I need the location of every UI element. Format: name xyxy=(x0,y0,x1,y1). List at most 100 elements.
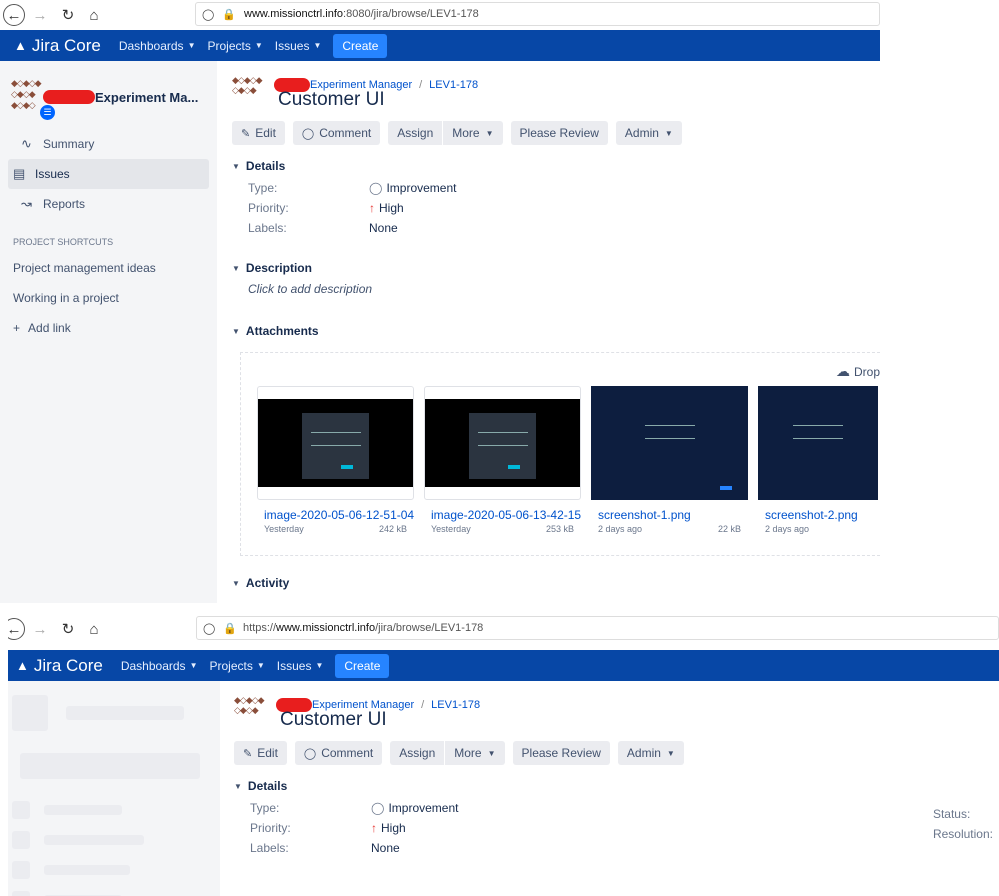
thumbnail-button xyxy=(720,486,732,490)
chevron-down-icon: ▼ xyxy=(256,661,265,670)
shortcut-link[interactable]: Working in a project xyxy=(0,285,217,311)
more-label: More xyxy=(454,746,482,760)
thumbnail-image xyxy=(591,386,748,500)
admin-button[interactable]: Admin ▼ xyxy=(615,121,682,145)
description-placeholder[interactable]: Click to add description xyxy=(232,282,882,296)
chevron-down-icon: ▼ xyxy=(485,128,494,138)
thumbnail-form xyxy=(310,432,361,447)
nav-issues[interactable]: Issues ▼ xyxy=(277,659,324,673)
attachment-card[interactable]: image-2020-05-06-13-42-15 Yesterday 253 k… xyxy=(424,386,581,534)
labels-label: Labels: xyxy=(248,221,287,235)
breadcrumb-issue-key[interactable]: LEV1-178 xyxy=(429,79,478,91)
attachment-thumbnail[interactable] xyxy=(591,386,748,500)
project-avatar: ◆◇◆◇◆ ◇◆◇◆ xyxy=(234,695,272,715)
jira-logo[interactable]: ▲ Jira Core xyxy=(16,656,103,676)
create-button[interactable]: Create xyxy=(333,33,388,58)
reload-icon[interactable]: ↻ xyxy=(57,4,79,26)
detail-type: Type: ◯ Improvement xyxy=(232,181,882,195)
nav-dashboards[interactable]: Dashboards ▼ xyxy=(119,39,196,53)
jira-logo-text: Jira Core xyxy=(31,35,101,55)
nav-issues[interactable]: Issues ▼ xyxy=(275,39,322,53)
project-avatar: ◆◇◆◇◆ ◇◆◇◆ xyxy=(232,75,270,95)
attachment-dropzone[interactable]: ☁ Drop image-2020-05-06-12-51-04 Yesterda… xyxy=(240,352,880,556)
attachment-thumbnail[interactable] xyxy=(758,386,878,500)
attachment-size: 242 kB xyxy=(378,524,407,534)
home-icon[interactable]: ⌂ xyxy=(83,4,105,26)
admin-button[interactable]: Admin ▼ xyxy=(617,741,684,765)
more-button[interactable]: More ▼ xyxy=(445,741,505,765)
add-link-button[interactable]: + Add link xyxy=(0,315,217,341)
thumbnail-button xyxy=(508,465,520,469)
nav-dashboards[interactable]: Dashboards ▼ xyxy=(121,659,198,673)
admin-label: Admin xyxy=(624,126,659,140)
attachments-toggle[interactable]: ▼ Attachments xyxy=(232,324,882,338)
thumbnail-content xyxy=(469,413,536,479)
attachment-thumbnail[interactable] xyxy=(257,386,414,500)
sidebar-loading-skeleton xyxy=(8,681,220,896)
pencil-icon: ✎ xyxy=(243,747,253,760)
details-heading: Details xyxy=(247,779,288,793)
please-review-button[interactable]: Please Review xyxy=(510,121,608,145)
attachment-name[interactable]: image-2020-05-06-13-42-15 xyxy=(424,508,581,522)
create-button[interactable]: Create xyxy=(335,653,390,678)
attachment-card[interactable]: screenshot-1.png 2 days ago 22 kB xyxy=(591,386,748,534)
breadcrumb-issue-key[interactable]: LEV1-178 xyxy=(431,699,480,711)
forward-icon[interactable]: → xyxy=(29,618,51,640)
pulse-icon: ∿ xyxy=(21,136,32,151)
description-toggle[interactable]: ▼ Description xyxy=(232,261,882,275)
assign-button[interactable]: Assign xyxy=(388,121,443,145)
thumbnail-form xyxy=(793,424,843,439)
lock-icon[interactable]: 🔒 xyxy=(223,622,237,635)
edit-button[interactable]: ✎ Edit xyxy=(234,741,287,765)
more-button[interactable]: More ▼ xyxy=(443,121,503,145)
lock-icon[interactable]: 🔒 xyxy=(222,8,236,21)
reload-icon[interactable]: ↻ xyxy=(57,618,79,640)
drop-files[interactable]: ☁ Drop xyxy=(836,363,880,380)
chevron-down-icon: ▼ xyxy=(234,781,242,791)
attachment-name[interactable]: screenshot-1.png xyxy=(591,508,748,522)
comment-label: Comment xyxy=(319,126,372,140)
details-toggle[interactable]: ▼ Details xyxy=(232,159,882,173)
shield-icon[interactable]: ◯ xyxy=(203,622,215,635)
add-link-label: Add link xyxy=(28,321,71,335)
attachment-card[interactable]: image-2020-05-06-12-51-04 Yesterday 242 k… xyxy=(257,386,414,534)
description-heading: Description xyxy=(245,261,312,275)
back-icon[interactable]: ← xyxy=(8,618,25,640)
comment-button[interactable]: ◯ Comment xyxy=(294,741,383,765)
status-label: Status: xyxy=(932,807,971,821)
nav-label: Projects xyxy=(207,38,251,53)
nav-projects[interactable]: Projects ▼ xyxy=(207,39,262,53)
attachment-card[interactable]: screenshot-2.png 2 days ago xyxy=(758,386,878,534)
issue-title[interactable]: Customer UI xyxy=(280,709,387,731)
sidebar-item-reports[interactable]: ↝ Reports xyxy=(8,189,209,219)
address-bar[interactable]: ◯ 🔒 https://www.missionctrl.info/jira/br… xyxy=(196,616,999,640)
labels-value[interactable]: None xyxy=(371,841,400,855)
priority-value-text: High xyxy=(381,821,406,835)
details-toggle[interactable]: ▼ Details xyxy=(234,779,999,793)
nav-projects[interactable]: Projects ▼ xyxy=(209,659,264,673)
shortcut-link[interactable]: Project management ideas xyxy=(0,255,217,281)
sidebar-item-issues[interactable]: ▤ Issues xyxy=(8,159,209,189)
shield-icon[interactable]: ◯ xyxy=(202,8,214,21)
labels-value[interactable]: None xyxy=(369,221,398,235)
home-icon[interactable]: ⌂ xyxy=(83,618,105,640)
edit-button[interactable]: ✎ Edit xyxy=(232,121,285,145)
issue-title[interactable]: Customer UI xyxy=(278,89,385,111)
jira-logo[interactable]: ▲ Jira Core xyxy=(14,36,101,56)
attachment-name[interactable]: image-2020-05-06-12-51-04 xyxy=(257,508,414,522)
address-bar[interactable]: ◯ 🔒 www.missionctrl.info:8080/jira/brows… xyxy=(195,2,880,26)
please-review-button[interactable]: Please Review xyxy=(512,741,610,765)
activity-toggle[interactable]: ▼ Activity xyxy=(232,576,882,590)
type-value: ◯ Improvement xyxy=(371,801,458,815)
sidebar-item-summary[interactable]: ∿ Summary xyxy=(8,129,209,159)
comment-button[interactable]: ◯ Comment xyxy=(292,121,381,145)
shortcuts-heading: PROJECT SHORTCUTS xyxy=(13,237,114,247)
forward-icon[interactable]: → xyxy=(29,4,51,26)
attachment-thumbnail[interactable] xyxy=(424,386,581,500)
attachment-name[interactable]: screenshot-2.png xyxy=(758,508,878,522)
project-name[interactable]: Experiment Ma... xyxy=(43,90,198,105)
assign-button[interactable]: Assign xyxy=(390,741,445,765)
project-header[interactable]: ◆◇◆◇◆ ◇◆◇◆ ◆◇◆◇ ☰ Experiment Ma... xyxy=(0,61,217,121)
back-icon[interactable]: ← xyxy=(3,4,25,26)
detail-priority: Priority: ↑ High xyxy=(234,821,999,835)
